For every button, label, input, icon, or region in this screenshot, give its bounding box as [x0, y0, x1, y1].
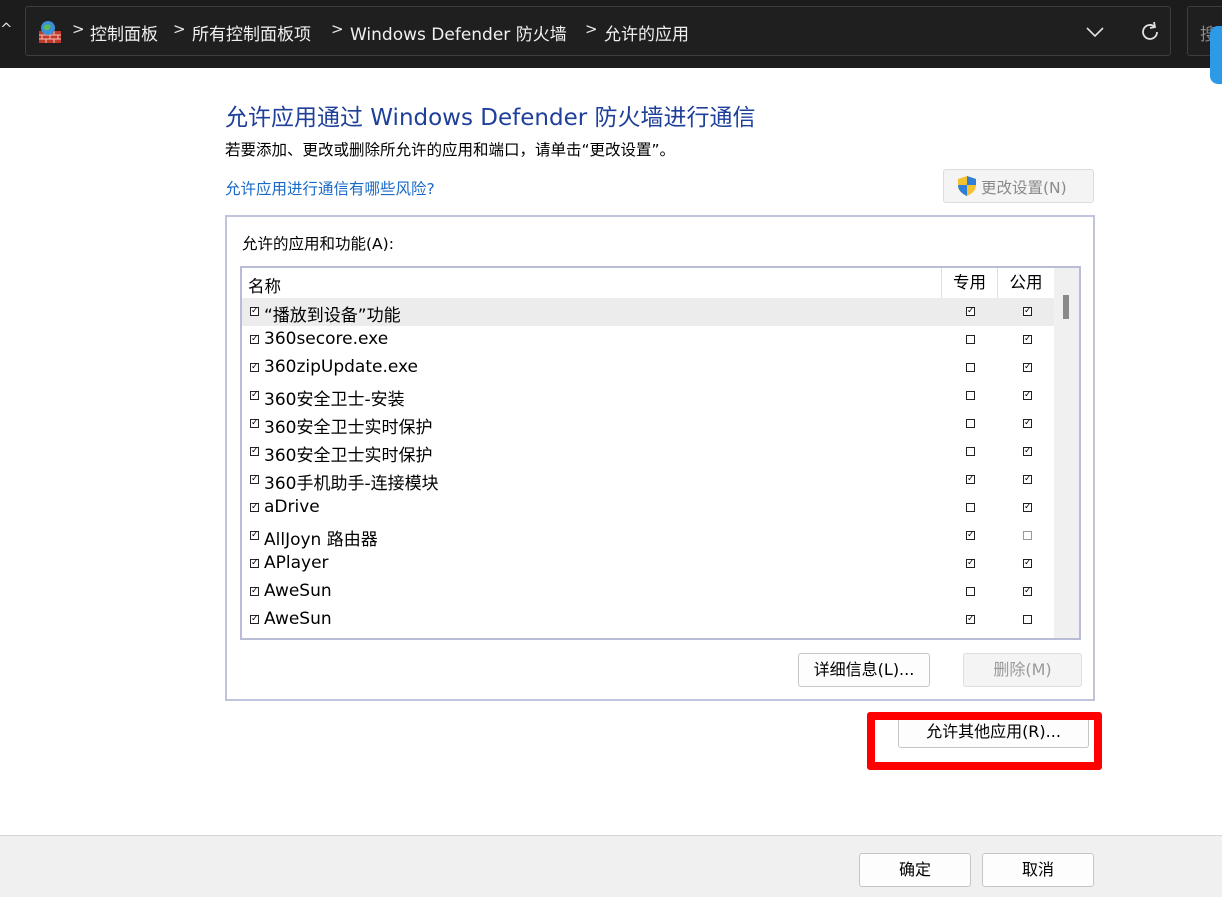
scrollbar-thumb[interactable]	[1063, 295, 1069, 319]
enabled-checkbox[interactable]: ✓	[250, 335, 259, 344]
app-name: AweSun	[264, 581, 332, 601]
app-name: AweSun	[264, 609, 332, 629]
list-item[interactable]: ✓ aDrive ✓	[242, 494, 1054, 522]
private-checkbox[interactable]: ✓	[966, 475, 975, 484]
ok-button[interactable]: 确定	[859, 853, 971, 887]
delete-button[interactable]: 删除(M)	[963, 653, 1082, 687]
private-checkbox[interactable]	[966, 335, 975, 344]
list-item[interactable]: ✓ 360安全卫士-安装 ✓	[242, 382, 1054, 410]
allowed-apps-label: 允许的应用和功能(A):	[242, 235, 394, 253]
public-checkbox[interactable]: ✓	[1023, 335, 1032, 344]
private-checkbox[interactable]	[966, 391, 975, 400]
private-checkbox[interactable]	[966, 419, 975, 428]
app-name: “播放到设备”功能	[264, 306, 401, 326]
allowed-apps-list[interactable]: 名称 专用 公用 ✓ “播放到设备”功能 ✓ ✓ ✓ 360secore.exe ✓ ✓ 360…	[240, 266, 1081, 640]
dialog-footer: 确定 取消	[0, 835, 1222, 897]
enabled-checkbox[interactable]: ✓	[250, 419, 259, 428]
change-settings-label: 更改设置(N)	[981, 179, 1067, 197]
list-header: 名称 专用 公用	[242, 268, 1054, 298]
app-name: 360手机助手-连接模块	[264, 474, 439, 494]
app-name: 360安全卫士-安装	[264, 390, 405, 410]
list-item[interactable]: ✓ AweSun ✓	[242, 578, 1054, 606]
address-bar-region: ^ > 控制面板 > 所有控制面板项 > Windows Defender 防火…	[0, 0, 1222, 84]
list-item[interactable]: ✓ 360zipUpdate.exe ✓	[242, 354, 1054, 382]
enabled-checkbox[interactable]: ✓	[250, 391, 259, 400]
private-checkbox[interactable]	[966, 587, 975, 596]
private-checkbox[interactable]	[966, 447, 975, 456]
cancel-button[interactable]: 取消	[982, 853, 1094, 887]
breadcrumb-separator-icon: >	[173, 20, 186, 38]
breadcrumb-all-items[interactable]: 所有控制面板项	[192, 20, 311, 45]
app-name: AllJoyn 路由器	[264, 530, 378, 550]
list-item[interactable]: ✓ 360手机助手-连接模块 ✓ ✓	[242, 466, 1054, 494]
change-settings-button[interactable]: 更改设置(N)	[943, 169, 1094, 203]
list-item[interactable]: ✓ 360安全卫士实时保护 ✓	[242, 438, 1054, 466]
public-checkbox[interactable]: ✓	[1023, 419, 1032, 428]
app-name: APlayer	[264, 553, 329, 573]
address-bar[interactable]: > 控制面板 > 所有控制面板项 > Windows Defender 防火墙 …	[25, 6, 1171, 56]
public-checkbox[interactable]: ✓	[1023, 363, 1032, 372]
firewall-icon	[39, 21, 61, 43]
list-item[interactable]: ✓ AllJoyn 路由器 ✓	[242, 522, 1054, 550]
breadcrumb-separator-icon: >	[72, 20, 85, 38]
risk-info-link[interactable]: 允许应用进行通信有哪些风险?	[225, 177, 435, 199]
refresh-icon[interactable]	[1138, 20, 1162, 44]
allowed-apps-group: 允许的应用和功能(A): 名称 专用 公用 ✓ “播放到设备”功能 ✓ ✓ ✓ 360se…	[225, 215, 1095, 701]
enabled-checkbox[interactable]: ✓	[250, 447, 259, 456]
public-checkbox[interactable]: ✓	[1023, 559, 1032, 568]
public-checkbox[interactable]: ✓	[1023, 447, 1032, 456]
list-item[interactable]: ✓ “播放到设备”功能 ✓ ✓	[242, 298, 1054, 326]
enabled-checkbox[interactable]: ✓	[250, 503, 259, 512]
public-checkbox[interactable]: ✓	[1023, 391, 1032, 400]
enabled-checkbox[interactable]: ✓	[250, 363, 259, 372]
details-button[interactable]: 详细信息(L)...	[798, 653, 930, 687]
list-item[interactable]: ✓ APlayer ✓ ✓	[242, 550, 1054, 578]
list-item[interactable]: ✓ 360安全卫士实时保护 ✓	[242, 410, 1054, 438]
app-name: 360安全卫士实时保护	[264, 418, 433, 438]
public-checkbox[interactable]: ✓	[1023, 475, 1032, 484]
page-title: 允许应用通过 Windows Defender 防火墙进行通信	[225, 105, 756, 131]
breadcrumb-allowed-apps[interactable]: 允许的应用	[604, 20, 689, 45]
breadcrumb-separator-icon: >	[585, 20, 598, 38]
up-arrow-icon[interactable]: ^	[0, 20, 13, 40]
app-name: aDrive	[264, 497, 320, 517]
private-checkbox[interactable]	[966, 363, 975, 372]
page-description: 若要添加、更改或删除所允许的应用和端口，请单击“更改设置”。	[225, 141, 676, 159]
app-name: 360安全卫士实时保护	[264, 446, 433, 466]
breadcrumb-separator-icon: >	[331, 20, 344, 38]
public-checkbox[interactable]: ✓	[1023, 503, 1032, 512]
shield-icon	[958, 176, 976, 196]
breadcrumb-firewall[interactable]: Windows Defender 防火墙	[350, 20, 567, 45]
enabled-checkbox[interactable]: ✓	[250, 587, 259, 596]
app-name: 360zipUpdate.exe	[264, 357, 419, 377]
enabled-checkbox[interactable]: ✓	[250, 615, 259, 624]
column-header-public[interactable]: 公用	[997, 268, 1054, 298]
enabled-checkbox[interactable]: ✓	[250, 307, 259, 316]
side-panel-tab[interactable]	[1210, 26, 1222, 84]
list-item[interactable]: ✓ 360secore.exe ✓	[242, 326, 1054, 354]
red-highlight-box	[867, 712, 1102, 770]
app-name: 360secore.exe	[264, 329, 389, 349]
list-item[interactable]: ✓ AweSun ✓	[242, 606, 1054, 634]
chevron-down-icon[interactable]	[1084, 21, 1106, 43]
enabled-checkbox[interactable]: ✓	[250, 475, 259, 484]
vertical-scrollbar[interactable]	[1054, 268, 1079, 638]
public-checkbox[interactable]: ✓	[1023, 307, 1032, 316]
enabled-checkbox[interactable]: ✓	[250, 559, 259, 568]
private-checkbox[interactable]: ✓	[966, 307, 975, 316]
enabled-checkbox[interactable]: ✓	[250, 531, 259, 540]
private-checkbox[interactable]: ✓	[966, 559, 975, 568]
private-checkbox[interactable]	[966, 503, 975, 512]
public-checkbox[interactable]: ✓	[1023, 587, 1032, 596]
column-header-private[interactable]: 专用	[941, 268, 997, 298]
private-checkbox[interactable]: ✓	[966, 615, 975, 624]
public-checkbox[interactable]	[1023, 615, 1032, 624]
column-header-name[interactable]: 名称	[248, 273, 281, 297]
private-checkbox[interactable]: ✓	[966, 531, 975, 540]
public-checkbox[interactable]	[1023, 531, 1032, 540]
breadcrumb-control-panel[interactable]: 控制面板	[90, 20, 158, 45]
